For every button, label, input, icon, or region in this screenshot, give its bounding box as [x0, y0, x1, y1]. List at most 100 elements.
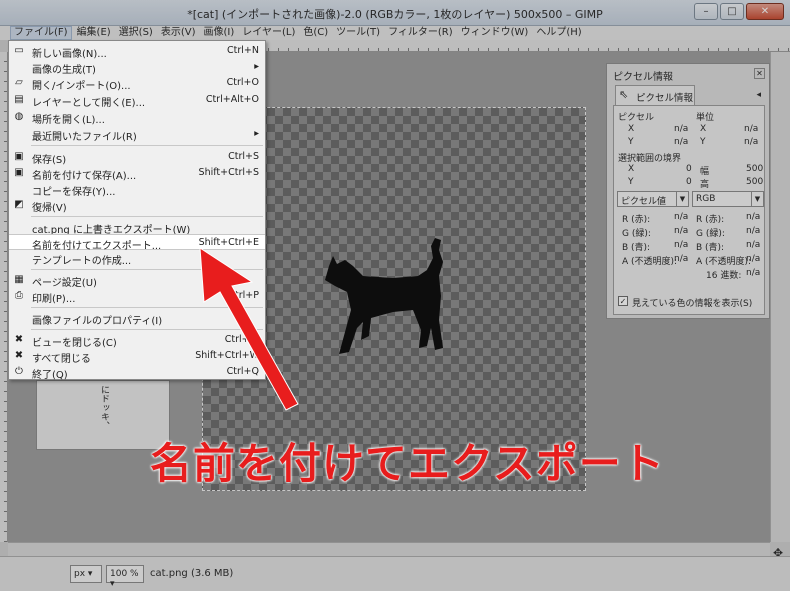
pixel-value-select-text: ピクセル値 — [621, 197, 667, 207]
menu-item-quit[interactable]: ⏻ 終了(Q) Ctrl+Q — [9, 364, 265, 381]
show-visible-color-label: 見えている色の情報を表示(S) — [632, 299, 753, 309]
menu-item-export-as[interactable]: 名前を付けてエクスポート... Shift+Ctrl+E — [9, 234, 265, 252]
revert-icon: ◩ — [14, 199, 24, 210]
menu-item-label: すべて閉じる — [32, 354, 91, 365]
selection-header: 選択範囲の境界 — [618, 154, 682, 164]
rgb-select-text: RGB — [696, 194, 716, 204]
right-b-value: n/a — [746, 240, 761, 250]
zoom-select[interactable]: 100 % ▾ — [106, 565, 144, 589]
new-document-icon: ▭ — [14, 45, 24, 56]
vertical-scrollbar[interactable] — [770, 52, 790, 542]
right-a-value: n/a — [746, 254, 761, 264]
menu-item-label: 名前を付けて保存(A)... — [32, 171, 137, 182]
show-visible-color-checkbox[interactable]: ✓ — [618, 296, 628, 306]
title-bar: *[cat] (インポートされた画像)-2.0 (RGBカラー, 1枚のレイヤー… — [0, 0, 790, 26]
menu-separator — [31, 307, 263, 308]
menu-tools[interactable]: ツール(T) — [333, 26, 383, 40]
menu-item-image-properties[interactable]: 画像ファイルのプロパティ(I) — [9, 310, 265, 327]
menu-item-label: 画像の生成(T) — [32, 65, 96, 76]
menu-item-create-template[interactable]: テンプレートの作成... — [9, 250, 265, 267]
menu-item-label: 画像ファイルのプロパティ(I) — [32, 316, 163, 327]
menu-item-shortcut: Ctrl+P — [228, 290, 259, 301]
close-window-button[interactable]: ✕ — [746, 3, 784, 20]
sel-x-value: 0 — [686, 164, 692, 174]
unit-y-label: Y — [700, 137, 706, 147]
page-setup-icon: ▦ — [14, 274, 24, 285]
globe-icon: ◍ — [14, 111, 24, 122]
rgb-select[interactable]: RGB ▼ — [692, 191, 764, 207]
right-g-label: G (緑): — [696, 229, 725, 239]
open-folder-icon: ▱ — [15, 77, 23, 88]
menu-item-label: 復帰(V) — [32, 203, 67, 214]
unit-select[interactable]: px ▾ — [70, 565, 102, 583]
pixel-value-select[interactable]: ピクセル値 ▼ — [617, 191, 689, 207]
menu-file[interactable]: ファイル(F) — [10, 26, 72, 40]
menu-item-label: ビューを閉じる(C) — [32, 338, 117, 349]
close-all-icon: ✖ — [14, 350, 24, 361]
right-hex-value: n/a — [746, 268, 761, 278]
maximize-button[interactable]: □ — [720, 3, 744, 20]
left-r-value: n/a — [674, 212, 689, 222]
pixel-x-value: n/a — [674, 124, 689, 134]
menu-layer[interactable]: レイヤー(L) — [239, 26, 298, 40]
submenu-arrow-icon: ▸ — [254, 128, 259, 139]
menu-edit[interactable]: 編集(E) — [74, 26, 114, 40]
pixel-x-label: X — [628, 124, 635, 134]
menu-item-save-as[interactable]: ▣ 名前を付けて保存(A)... Shift+Ctrl+S — [9, 165, 265, 182]
menu-item-close-view[interactable]: ✖ ビューを閉じる(C) Ctrl+W — [9, 332, 265, 349]
menu-item-label: 場所を開く(L)... — [32, 115, 105, 126]
menu-item-open-location[interactable]: ◍ 場所を開く(L)... — [9, 109, 265, 126]
right-hex-label: 16 進数: — [706, 271, 742, 281]
menu-select[interactable]: 選択(S) — [116, 26, 156, 40]
menu-item-recent[interactable]: 最近開いたファイル(R) ▸ — [9, 126, 265, 143]
menu-item-overwrite-export[interactable]: cat.png に上書きエクスポート(W) — [9, 219, 265, 236]
pointer-icon: ⇖ — [619, 88, 629, 101]
right-a-label: A (不透明度): — [696, 257, 752, 267]
menu-item-create[interactable]: 画像の生成(T) ▸ — [9, 59, 265, 76]
panel-close-icon[interactable]: ✕ — [754, 68, 765, 79]
minimize-button[interactable]: – — [694, 3, 718, 20]
left-g-label: G (緑): — [622, 229, 651, 239]
menu-item-print[interactable]: ⎙ 印刷(P)... Ctrl+P — [9, 288, 265, 305]
dock-hint-text: にドッキ、 — [99, 385, 109, 430]
menu-view[interactable]: 表示(V) — [158, 26, 199, 40]
menu-item-label: 最近開いたファイル(R) — [32, 132, 137, 143]
horizontal-scrollbar[interactable] — [8, 542, 770, 556]
menu-item-open-as-layer[interactable]: ▤ レイヤーとして開く(E)... Ctrl+Alt+O — [9, 92, 265, 109]
right-r-label: R (赤): — [696, 215, 725, 225]
menu-item-label: 保存(S) — [32, 155, 67, 166]
vertical-ruler[interactable] — [0, 52, 8, 542]
left-r-label: R (赤): — [622, 215, 651, 225]
menu-item-open[interactable]: ▱ 開く/インポート(O)... Ctrl+O — [9, 75, 265, 92]
chevron-down-icon: ▼ — [751, 192, 763, 206]
menu-item-new[interactable]: ▭ 新しい画像(N)... Ctrl+N — [9, 43, 265, 60]
pixel-y-value: n/a — [674, 137, 689, 147]
menu-item-save-copy[interactable]: コピーを保存(Y)... — [9, 181, 265, 198]
menu-item-save[interactable]: ▣ 保存(S) Ctrl+S — [9, 149, 265, 166]
right-r-value: n/a — [746, 212, 761, 222]
menu-windows[interactable]: ウィンドウ(W) — [458, 26, 532, 40]
menu-item-label: 新しい画像(N)... — [32, 49, 107, 60]
menu-image[interactable]: 画像(I) — [201, 26, 238, 40]
menu-bar: ファイル(F) 編集(E) 選択(S) 表示(V) 画像(I) レイヤー(L) … — [0, 26, 790, 40]
zoom-value: 100 % — [110, 569, 139, 579]
annotation-text: 名前を付けてエクスポート — [150, 439, 665, 488]
status-file-info: cat.png (3.6 MB) — [150, 568, 234, 579]
menu-item-page-setup[interactable]: ▦ ページ設定(U) — [9, 272, 265, 289]
panel-title: ピクセル情報 — [613, 72, 673, 83]
menu-separator — [31, 145, 263, 146]
tab-menu-icon[interactable]: ◂ — [756, 90, 761, 100]
menu-color[interactable]: 色(C) — [300, 26, 331, 40]
menu-item-close-all[interactable]: ✖ すべて閉じる Shift+Ctrl+W — [9, 348, 265, 365]
file-menu: ▭ 新しい画像(N)... Ctrl+N 画像の生成(T) ▸ ▱ 開く/インポート(O… — [8, 40, 266, 381]
pixel-header: ピクセル — [618, 113, 655, 123]
menu-help[interactable]: ヘルプ(H) — [533, 26, 584, 40]
menu-item-label: ページ設定(U) — [32, 278, 97, 289]
left-b-label: B (青): — [622, 243, 651, 253]
menu-item-shortcut: Shift+Ctrl+W — [195, 350, 259, 361]
menu-filters[interactable]: フィルター(R) — [385, 26, 456, 40]
menu-item-revert[interactable]: ◩ 復帰(V) — [9, 197, 265, 214]
width-label: 幅 — [700, 167, 710, 177]
close-x-icon: ✖ — [14, 334, 24, 345]
status-bar: px ▾ 100 % ▾ cat.png (3.6 MB) — [0, 556, 790, 591]
